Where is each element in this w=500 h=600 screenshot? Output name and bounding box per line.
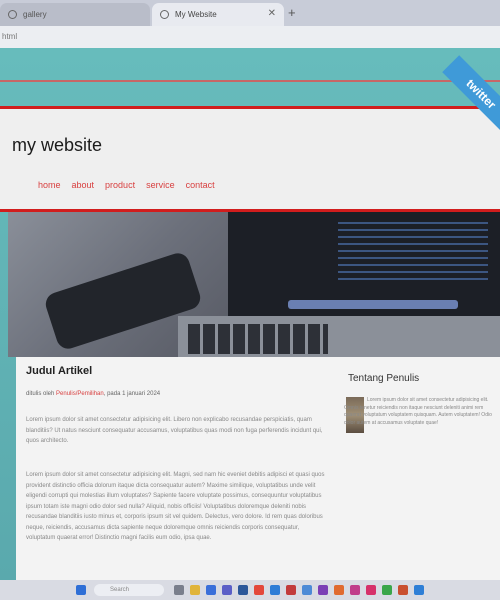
tab-gallery[interactable]: gallery — [0, 3, 150, 26]
os-taskbar: Search — [0, 580, 500, 600]
hero-image — [8, 212, 500, 357]
office-icon[interactable] — [286, 585, 296, 595]
teams-icon[interactable] — [222, 585, 232, 595]
article-meta: ditulis oleh Penulis/Pemilihan, pada 1 j… — [26, 391, 160, 397]
instagram-icon[interactable] — [366, 585, 376, 595]
content-area: Judul Artikel ditulis oleh Penulis/Pemil… — [16, 357, 500, 580]
hero-dock — [288, 300, 458, 309]
start-icon[interactable] — [76, 585, 86, 595]
app3-icon[interactable] — [350, 585, 360, 595]
taskbar-search[interactable]: Search — [94, 584, 164, 596]
browser-tab-bar: gallery My Website ✕ + — [0, 0, 500, 26]
site-nav: home about product service contact — [38, 180, 215, 190]
tab-gallery-label: gallery — [23, 10, 47, 19]
site-title: my website — [12, 135, 103, 155]
mail-icon[interactable] — [270, 585, 280, 595]
meta-date: , pada 1 januari 2024 — [103, 391, 161, 397]
article-paragraph-2: Lorem ipsum dolor sit amet consectetur a… — [26, 472, 325, 541]
taskview-icon[interactable] — [174, 585, 184, 595]
word-icon[interactable] — [238, 585, 248, 595]
edge-icon[interactable] — [206, 585, 216, 595]
article-paragraph-1: Lorem ipsum dolor sit amet consectetur a… — [26, 417, 323, 444]
store-icon[interactable] — [302, 585, 312, 595]
hero-keys — [188, 324, 328, 354]
nav-home[interactable]: home — [38, 180, 61, 190]
nav-contact[interactable]: contact — [186, 180, 215, 190]
globe-icon — [8, 10, 17, 19]
nav-product[interactable]: product — [105, 180, 135, 190]
tab-my-website[interactable]: My Website ✕ — [152, 3, 284, 26]
chrome-icon[interactable] — [382, 585, 392, 595]
address-bar[interactable]: html — [0, 26, 500, 49]
meta-prefix: ditulis oleh — [26, 391, 55, 397]
author-link[interactable]: Penulis/Pemilihan — [56, 391, 104, 397]
new-tab-button[interactable]: + — [288, 5, 296, 20]
globe-icon — [160, 10, 169, 19]
sidebar-text: Lorem ipsum dolor sit amet consectetur a… — [344, 397, 492, 426]
article-title: Judul Artikel — [26, 365, 93, 377]
vscode-icon[interactable] — [414, 585, 424, 595]
tab-my-website-label: My Website — [175, 10, 217, 19]
hero-code-lines — [338, 222, 488, 282]
app2-icon[interactable] — [334, 585, 344, 595]
site-header: my website home about product service co… — [0, 106, 500, 212]
sidebar-title: Tentang Penulis — [348, 373, 420, 384]
close-tab-icon[interactable]: ✕ — [268, 8, 276, 19]
folder-icon[interactable] — [190, 585, 200, 595]
app-icon[interactable] — [254, 585, 264, 595]
nav-about[interactable]: about — [72, 180, 95, 190]
onenote-icon[interactable] — [318, 585, 328, 595]
nav-service[interactable]: service — [146, 180, 175, 190]
address-text: html — [2, 32, 18, 41]
top-divider — [0, 80, 500, 82]
app4-icon[interactable] — [398, 585, 408, 595]
